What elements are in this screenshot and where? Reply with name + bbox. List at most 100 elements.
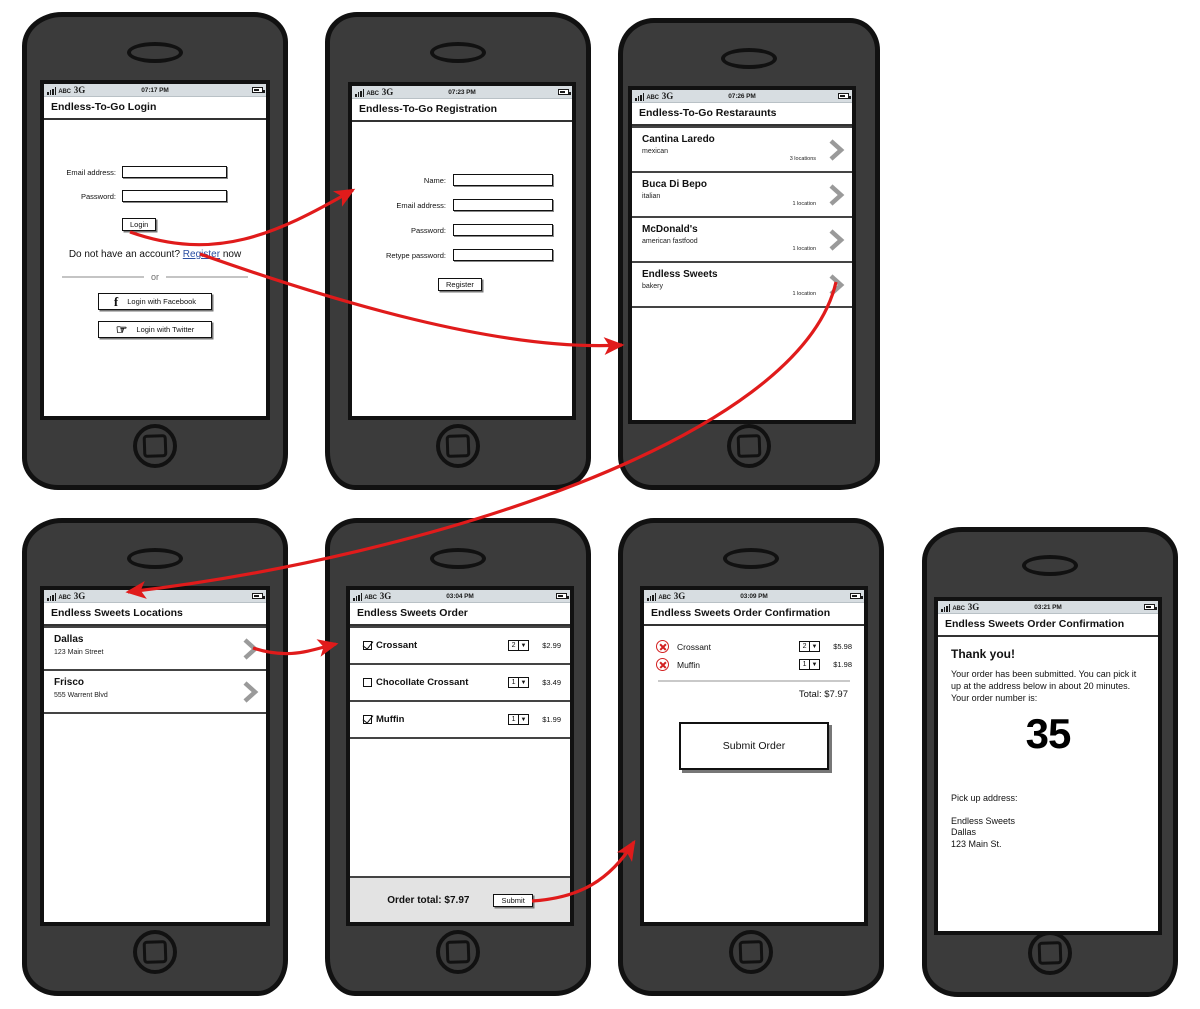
- order-item-price: $1.98: [833, 660, 852, 669]
- status-bar: ABC 3G 03:04 PM: [350, 590, 570, 603]
- chevron-down-icon[interactable]: ▼: [518, 715, 528, 724]
- status-bar-time: 03:09 PM: [740, 592, 768, 600]
- order-total: Total: $7.97: [798, 688, 848, 700]
- speaker-icon: [127, 548, 183, 569]
- home-button[interactable]: [1028, 931, 1072, 975]
- page-title: Endless Sweets Order Confirmation: [644, 603, 864, 626]
- quantity-stepper[interactable]: 2 ▼: [508, 640, 529, 651]
- email-input[interactable]: [453, 199, 553, 211]
- home-button[interactable]: [729, 930, 773, 974]
- wireframe-canvas: ABC 3G 07:17 PM Endless-To-Go Login Emai…: [0, 0, 1200, 1009]
- phone-mockup-thank-you: ABC 3G 03:21 PM Endless Sweets Order Con…: [922, 527, 1178, 997]
- quantity-stepper[interactable]: 1 ▼: [508, 677, 529, 688]
- speaker-icon: [723, 548, 779, 569]
- name-field-row: Name:: [352, 174, 572, 186]
- retype-password-input[interactable]: [453, 249, 553, 261]
- or-separator: or: [62, 272, 249, 282]
- login-with-facebook-button[interactable]: f Login with Facebook: [98, 293, 212, 310]
- name-input[interactable]: [453, 174, 553, 186]
- phone-mockup-locations: ABC 3G Endless Sweets Locations Dallas 1…: [22, 518, 288, 996]
- quantity-stepper[interactable]: 1 ▼: [508, 714, 529, 725]
- speaker-icon: [127, 42, 183, 63]
- location-address: 555 Warrent Blvd: [54, 692, 108, 699]
- checkbox-unchecked-icon[interactable]: [363, 678, 372, 687]
- pickup-address-label: Pick up address:: [951, 792, 1018, 803]
- status-bar: ABC 3G 07:23 PM: [352, 86, 572, 99]
- register-button[interactable]: Register: [438, 278, 482, 291]
- email-field-label: Email address:: [66, 167, 116, 177]
- quantity-stepper[interactable]: 1 ▼: [799, 659, 820, 670]
- checkbox-checked-icon[interactable]: [363, 715, 372, 724]
- home-button[interactable]: [436, 930, 480, 974]
- confirmation-items: Crossant 2 ▼ $5.98 Muffin 1 ▼ $1.98 Tota…: [644, 626, 864, 770]
- divider: [658, 680, 850, 682]
- battery-icon: [1144, 604, 1157, 610]
- chevron-right-icon: [828, 138, 845, 162]
- table-row[interactable]: Frisco 555 Warrent Blvd: [44, 671, 266, 714]
- table-row[interactable]: McDonald's american fastfood 1 location: [632, 218, 852, 263]
- login-button-wrap: Login: [122, 214, 266, 232]
- list-item[interactable]: Muffin 1 ▼ $1.99: [350, 702, 570, 739]
- page-title: Endless Sweets Locations: [44, 603, 266, 626]
- email-input[interactable]: [122, 166, 227, 178]
- table-row[interactable]: Dallas 123 Main Street: [44, 628, 266, 671]
- quantity-stepper[interactable]: 2 ▼: [799, 641, 820, 652]
- password-field-label: Password:: [80, 191, 116, 201]
- order-item-name: Chocollate Crossant: [376, 677, 469, 688]
- order-item-name: Crossant: [677, 641, 712, 652]
- phone-mockup-order: ABC 3G 03:04 PM Endless Sweets Order Cro…: [325, 518, 591, 996]
- login-body: Email address: Password: Login Do not ha…: [44, 120, 266, 416]
- table-row[interactable]: Endless Sweets bakery 1 location: [632, 263, 852, 308]
- list-item[interactable]: Crossant 2 ▼ $2.99: [350, 628, 570, 665]
- home-button[interactable]: [133, 930, 177, 974]
- submit-order-button[interactable]: Submit Order: [679, 721, 829, 770]
- screen-locations: ABC 3G Endless Sweets Locations Dallas 1…: [40, 586, 270, 926]
- email-field-label: Email address:: [396, 200, 446, 210]
- speaker-icon: [1022, 555, 1078, 576]
- password-input[interactable]: [453, 224, 553, 236]
- home-button[interactable]: [436, 424, 480, 468]
- twitter-icon: ☞: [115, 322, 128, 337]
- home-button[interactable]: [727, 424, 771, 468]
- table-row[interactable]: Cantina Laredo mexican 3 locations: [632, 128, 852, 173]
- password-input[interactable]: [122, 190, 227, 202]
- chevron-right-icon: [242, 680, 259, 704]
- list-item[interactable]: Chocollate Crossant 1 ▼ $3.49: [350, 665, 570, 702]
- restaurant-name: Cantina Laredo: [642, 134, 715, 145]
- retype-password-field-row: Retype password:: [352, 249, 572, 261]
- email-field-row: Email address:: [44, 166, 266, 178]
- restaurant-list: Cantina Laredo mexican 3 locations Buca …: [632, 126, 852, 308]
- status-bar-time: 03:21 PM: [1034, 603, 1062, 611]
- order-total: Order total: $7.97: [387, 894, 470, 906]
- chevron-right-icon: [242, 637, 259, 661]
- remove-item-icon[interactable]: [656, 658, 669, 671]
- login-button[interactable]: Login: [122, 218, 157, 231]
- table-row[interactable]: Buca Di Bepo italian 1 location: [632, 173, 852, 218]
- home-button[interactable]: [133, 424, 177, 468]
- remove-item-icon[interactable]: [656, 640, 669, 653]
- submit-button[interactable]: Submit: [493, 893, 533, 907]
- register-button-wrap: Register: [438, 274, 572, 292]
- order-item-name: Crossant: [376, 640, 418, 651]
- chevron-down-icon[interactable]: ▼: [518, 678, 528, 687]
- page-title: Endless-To-Go Restaraunts: [632, 103, 852, 126]
- or-line-right: [166, 276, 249, 278]
- restaurant-cuisine: bakery: [642, 283, 664, 290]
- order-footer: Order total: $7.97 Submit: [350, 876, 570, 922]
- chevron-down-icon[interactable]: ▼: [809, 642, 819, 651]
- page-title: Endless-To-Go Registration: [352, 99, 572, 122]
- restaurant-locations-count: 1 location: [792, 246, 816, 252]
- chevron-down-icon[interactable]: ▼: [809, 660, 819, 669]
- status-bar-left: ABC 3G: [47, 591, 85, 601]
- register-link[interactable]: Register: [183, 249, 220, 260]
- or-line-left: [62, 276, 144, 278]
- login-with-twitter-button[interactable]: ☞ Login with Twitter: [98, 321, 212, 338]
- chevron-right-icon: [828, 273, 845, 297]
- checkbox-checked-icon[interactable]: [363, 641, 372, 650]
- quantity-value: 1: [511, 679, 516, 686]
- status-bar: ABC 3G: [44, 590, 266, 603]
- locations-body: Dallas 123 Main Street Frisco 555 Warren…: [44, 626, 266, 922]
- retype-password-field-label: Retype password:: [385, 250, 446, 260]
- chevron-down-icon[interactable]: ▼: [518, 641, 528, 650]
- location-name: Frisco: [54, 677, 85, 688]
